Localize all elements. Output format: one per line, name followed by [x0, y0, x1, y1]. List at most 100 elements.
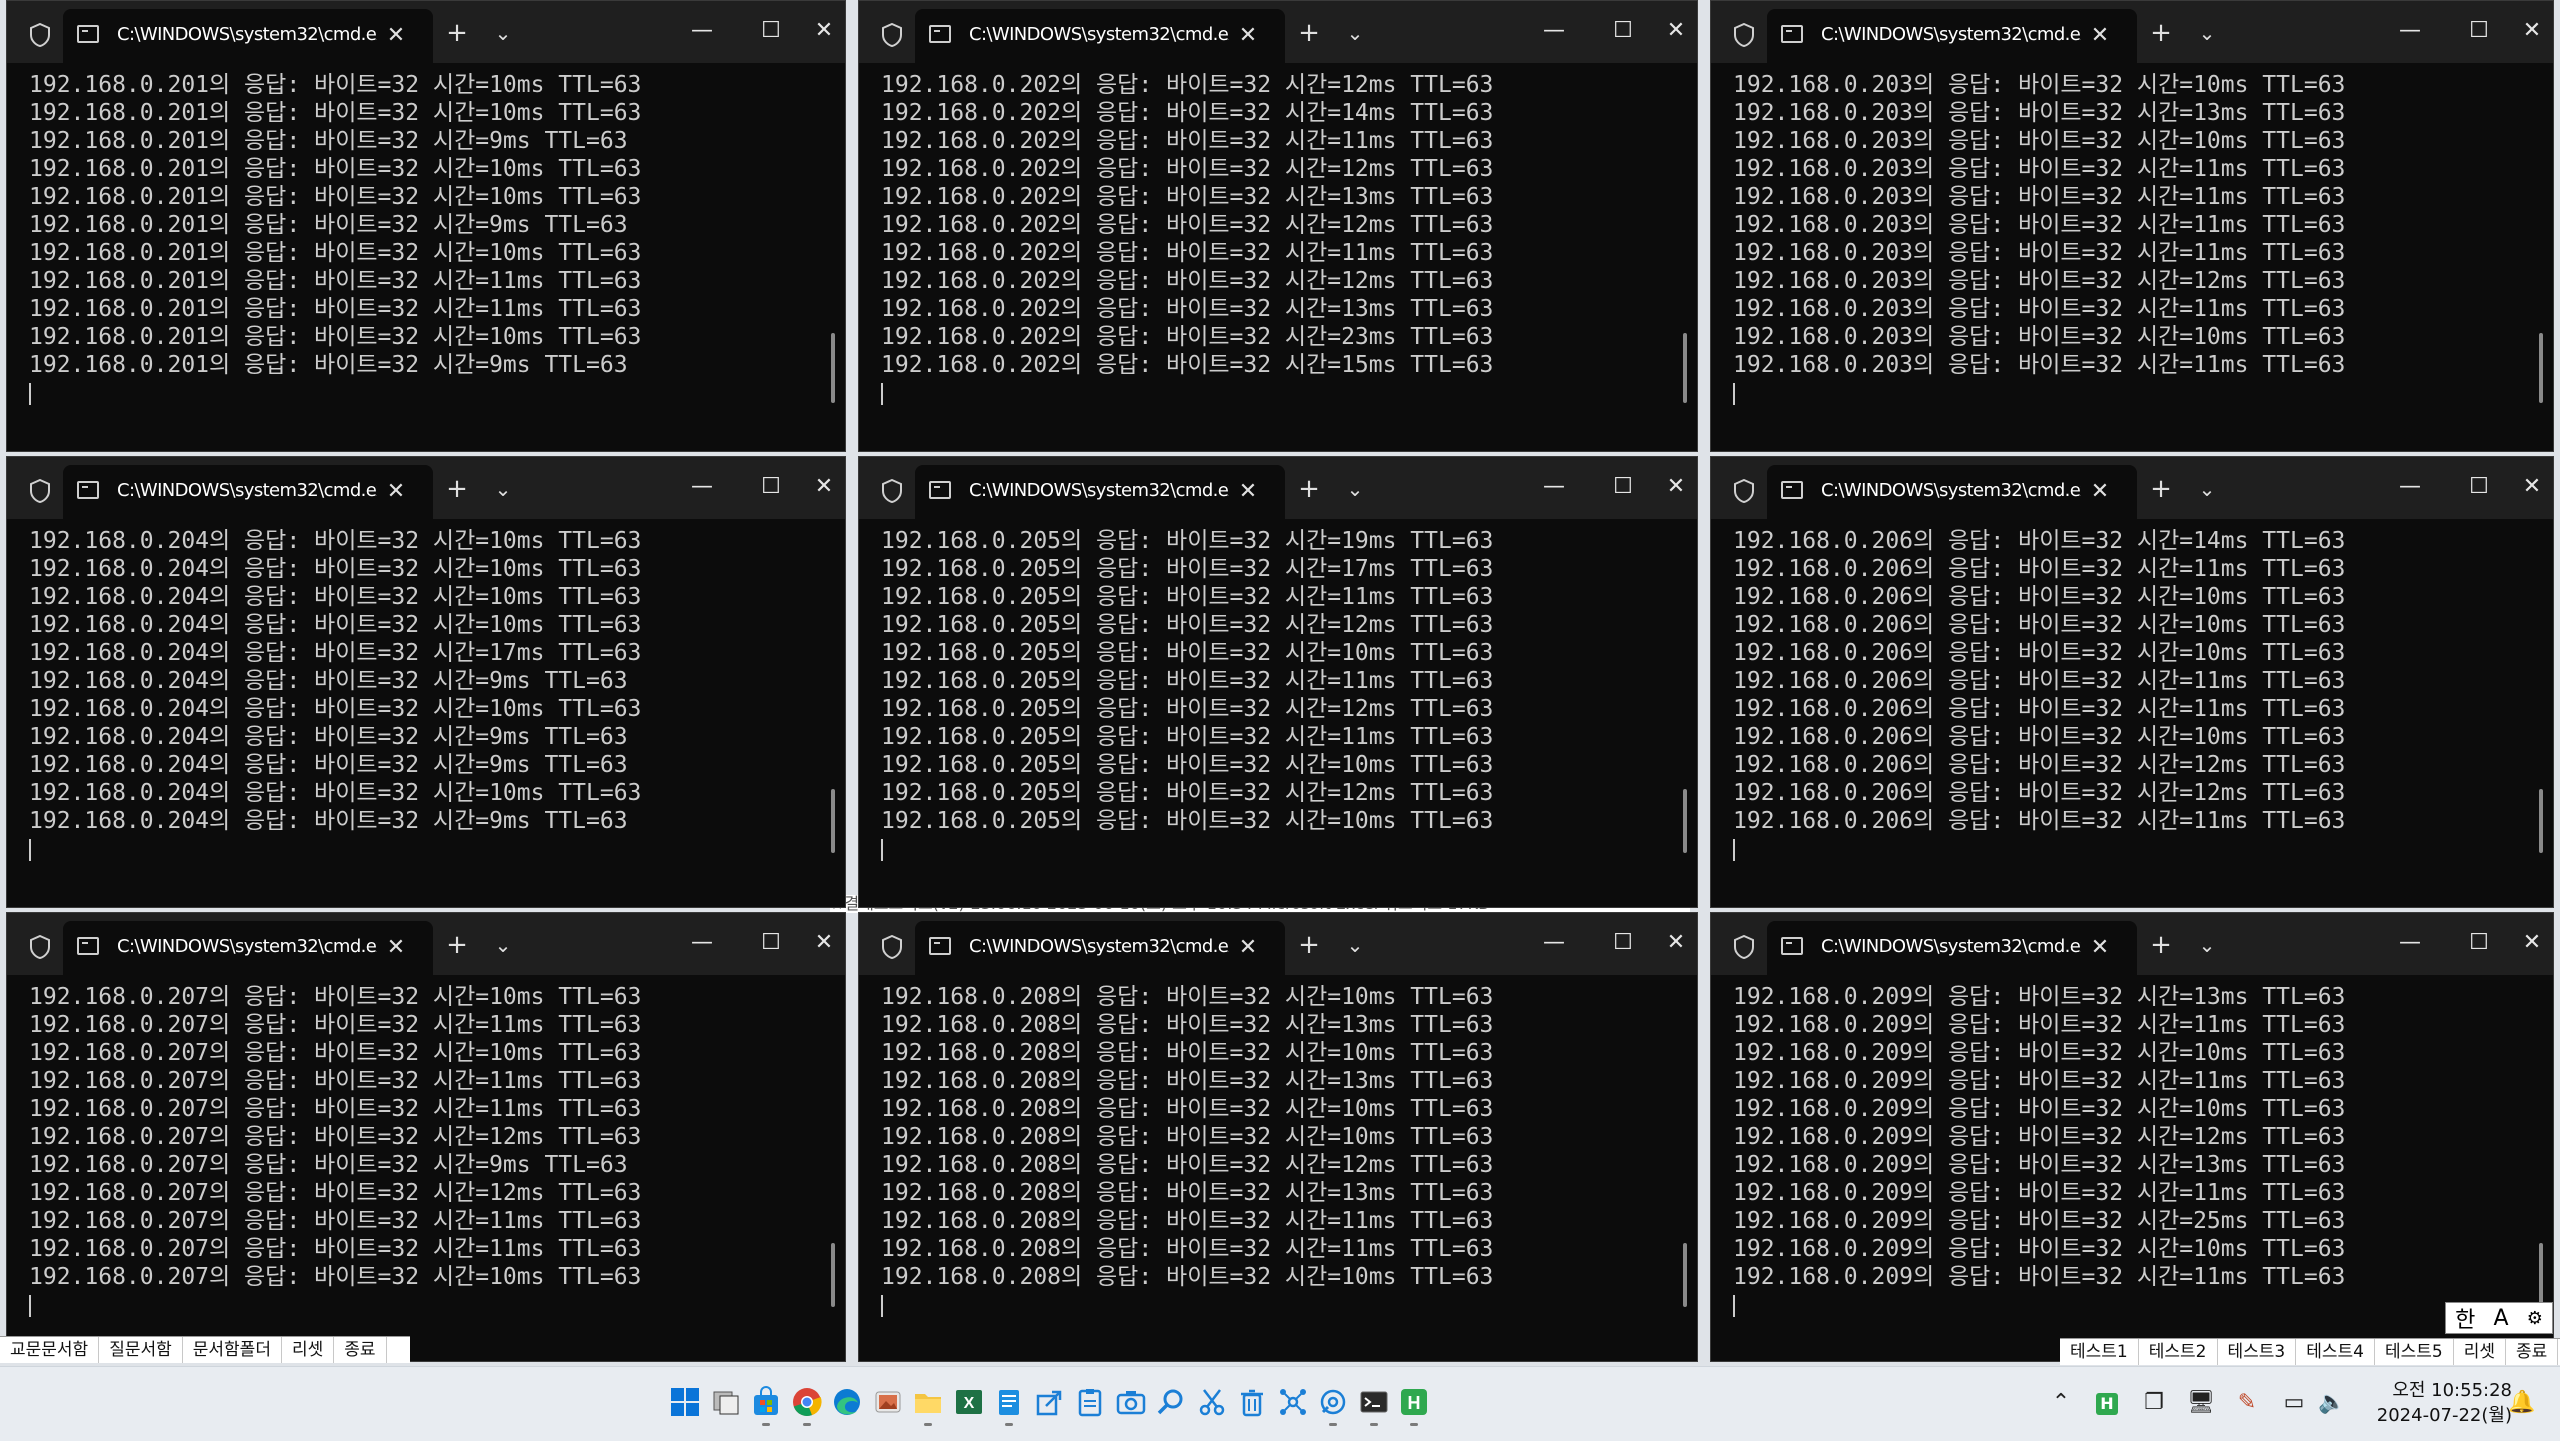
scrollbar-thumb[interactable]: [1683, 333, 1687, 403]
terminal-output[interactable]: 192.168.0.202의 응답: 바이트=32 시간=12ms TTL=63…: [859, 63, 1697, 451]
tab-dropdown-chevron-icon[interactable]: ⌄: [1335, 925, 1375, 965]
maximize-button[interactable]: ☐: [2456, 9, 2502, 53]
tray-window-icon[interactable]: ❐: [2140, 1389, 2168, 1417]
tray-volume-icon[interactable]: 🔈: [2318, 1389, 2346, 1417]
terminal-window[interactable]: C:\WINDOWS\system32\cmd.exe ✕ + ⌄ — ☐ ✕ …: [858, 0, 1698, 452]
tab-close-icon[interactable]: ✕: [2083, 475, 2117, 509]
close-window-button[interactable]: ✕: [2517, 9, 2547, 53]
maximize-button[interactable]: ☐: [748, 921, 794, 965]
terminal-output[interactable]: 192.168.0.201의 응답: 바이트=32 시간=10ms TTL=63…: [7, 63, 845, 451]
tab-close-icon[interactable]: ✕: [1231, 931, 1265, 965]
left-toolbar-button[interactable]: 문서함폴더: [183, 1337, 282, 1363]
notification-bell-icon[interactable]: 🔔: [2508, 1389, 2536, 1417]
close-window-button[interactable]: ✕: [1661, 921, 1691, 965]
minimize-button[interactable]: —: [1531, 9, 1577, 53]
terminal-titlebar[interactable]: C:\WINDOWS\system32\cmd.exe ✕ + ⌄ — ☐ ✕: [1711, 913, 2553, 975]
maximize-button[interactable]: ☐: [2456, 465, 2502, 509]
terminal-window[interactable]: C:\WINDOWS\system32\cmd.exe ✕ + ⌄ — ☐ ✕ …: [1710, 912, 2554, 1362]
left-toolbar-button[interactable]: 리셋: [282, 1337, 335, 1363]
taskbar-app-happ[interactable]: H: [1389, 1377, 1439, 1427]
clock[interactable]: 오전 10:55:28 2024-07-22(월): [2362, 1378, 2512, 1428]
new-tab-plus-icon[interactable]: +: [437, 925, 477, 965]
new-tab-plus-icon[interactable]: +: [437, 13, 477, 53]
tab-dropdown-chevron-icon[interactable]: ⌄: [483, 13, 523, 53]
terminal-tab[interactable]: C:\WINDOWS\system32\cmd.exe ✕: [915, 9, 1285, 63]
right-toolbar-button[interactable]: 리셋: [2454, 1339, 2507, 1365]
right-toolbar-button[interactable]: 종료: [2506, 1339, 2559, 1365]
tab-dropdown-chevron-icon[interactable]: ⌄: [2187, 925, 2227, 965]
left-toolbar-button[interactable]: 질문서함: [99, 1337, 183, 1363]
new-tab-plus-icon[interactable]: +: [2141, 469, 2181, 509]
ime-mode[interactable]: A: [2494, 1306, 2509, 1331]
right-toolbar-button[interactable]: 테스트5: [2375, 1339, 2454, 1365]
terminal-tab[interactable]: C:\WINDOWS\system32\cmd.exe ✕: [1767, 9, 2137, 63]
ime-settings-icon[interactable]: ⚙: [2527, 1308, 2543, 1329]
minimize-button[interactable]: —: [1531, 921, 1577, 965]
tab-dropdown-chevron-icon[interactable]: ⌄: [483, 925, 523, 965]
new-tab-plus-icon[interactable]: +: [1289, 13, 1329, 53]
terminal-window[interactable]: C:\WINDOWS\system32\cmd.exe ✕ + ⌄ — ☐ ✕ …: [6, 456, 846, 908]
scrollbar-thumb[interactable]: [831, 1243, 835, 1307]
maximize-button[interactable]: ☐: [1600, 9, 1646, 53]
new-tab-plus-icon[interactable]: +: [2141, 925, 2181, 965]
maximize-button[interactable]: ☐: [748, 465, 794, 509]
terminal-output[interactable]: 192.168.0.204의 응답: 바이트=32 시간=10ms TTL=63…: [7, 519, 845, 907]
close-window-button[interactable]: ✕: [2517, 465, 2547, 509]
tab-close-icon[interactable]: ✕: [379, 475, 413, 509]
terminal-titlebar[interactable]: C:\WINDOWS\system32\cmd.exe ✕ + ⌄ — ☐ ✕: [7, 913, 845, 975]
left-toolbar-button[interactable]: 종료: [334, 1337, 387, 1363]
minimize-button[interactable]: —: [679, 921, 725, 965]
tab-dropdown-chevron-icon[interactable]: ⌄: [483, 469, 523, 509]
scrollbar-thumb[interactable]: [2539, 333, 2543, 403]
tab-close-icon[interactable]: ✕: [2083, 931, 2117, 965]
scrollbar-thumb[interactable]: [2539, 1243, 2543, 1307]
terminal-output[interactable]: 192.168.0.205의 응답: 바이트=32 시간=19ms TTL=63…: [859, 519, 1697, 907]
new-tab-plus-icon[interactable]: +: [1289, 925, 1329, 965]
terminal-window[interactable]: C:\WINDOWS\system32\cmd.exe ✕ + ⌄ — ☐ ✕ …: [858, 456, 1698, 908]
maximize-button[interactable]: ☐: [1600, 921, 1646, 965]
tray-network-icon[interactable]: ▭: [2280, 1389, 2308, 1417]
close-window-button[interactable]: ✕: [809, 9, 839, 53]
scrollbar-thumb[interactable]: [1683, 1243, 1687, 1307]
scrollbar-thumb[interactable]: [831, 789, 835, 853]
tab-dropdown-chevron-icon[interactable]: ⌄: [1335, 469, 1375, 509]
left-toolbar-button[interactable]: 교문문서함: [0, 1337, 100, 1363]
terminal-window[interactable]: C:\WINDOWS\system32\cmd.exe ✕ + ⌄ — ☐ ✕ …: [1710, 456, 2554, 908]
terminal-tab[interactable]: C:\WINDOWS\system32\cmd.exe ✕: [915, 465, 1285, 519]
terminal-window[interactable]: C:\WINDOWS\system32\cmd.exe ✕ + ⌄ — ☐ ✕ …: [6, 0, 846, 452]
terminal-tab[interactable]: C:\WINDOWS\system32\cmd.exe ✕: [63, 465, 433, 519]
terminal-titlebar[interactable]: C:\WINDOWS\system32\cmd.exe ✕ + ⌄ — ☐ ✕: [1711, 457, 2553, 519]
maximize-button[interactable]: ☐: [1600, 465, 1646, 509]
tab-dropdown-chevron-icon[interactable]: ⌄: [2187, 13, 2227, 53]
ime-indicator[interactable]: 한 A ⚙: [2445, 1302, 2553, 1334]
scrollbar-thumb[interactable]: [2539, 789, 2543, 853]
terminal-window[interactable]: C:\WINDOWS\system32\cmd.exe ✕ + ⌄ — ☐ ✕ …: [6, 912, 846, 1362]
tray-pen-icon[interactable]: ✎: [2233, 1389, 2261, 1417]
minimize-button[interactable]: —: [2387, 921, 2433, 965]
close-window-button[interactable]: ✕: [809, 921, 839, 965]
minimize-button[interactable]: —: [2387, 9, 2433, 53]
terminal-titlebar[interactable]: C:\WINDOWS\system32\cmd.exe ✕ + ⌄ — ☐ ✕: [859, 1, 1697, 63]
right-toolbar-button[interactable]: 테스트4: [2296, 1339, 2375, 1365]
scrollbar-thumb[interactable]: [831, 333, 835, 403]
terminal-tab[interactable]: C:\WINDOWS\system32\cmd.exe ✕: [63, 9, 433, 63]
tab-close-icon[interactable]: ✕: [2083, 19, 2117, 53]
close-window-button[interactable]: ✕: [1661, 9, 1691, 53]
minimize-button[interactable]: —: [679, 9, 725, 53]
terminal-window[interactable]: C:\WINDOWS\system32\cmd.exe ✕ + ⌄ — ☐ ✕ …: [1710, 0, 2554, 452]
terminal-titlebar[interactable]: C:\WINDOWS\system32\cmd.exe ✕ + ⌄ — ☐ ✕: [859, 457, 1697, 519]
terminal-output[interactable]: 192.168.0.208의 응답: 바이트=32 시간=10ms TTL=63…: [859, 975, 1697, 1361]
terminal-titlebar[interactable]: C:\WINDOWS\system32\cmd.exe ✕ + ⌄ — ☐ ✕: [7, 1, 845, 63]
terminal-tab[interactable]: C:\WINDOWS\system32\cmd.exe ✕: [915, 921, 1285, 975]
tray-monitor-icon[interactable]: 🖥: [2187, 1389, 2215, 1417]
scrollbar-thumb[interactable]: [1683, 789, 1687, 853]
terminal-output[interactable]: 192.168.0.207의 응답: 바이트=32 시간=10ms TTL=63…: [7, 975, 845, 1361]
tab-dropdown-chevron-icon[interactable]: ⌄: [2187, 469, 2227, 509]
tray-h-app-icon[interactable]: H: [2093, 1389, 2121, 1417]
right-toolbar-button[interactable]: 테스트3: [2218, 1339, 2297, 1365]
ime-lang[interactable]: 한: [2455, 1302, 2475, 1334]
terminal-titlebar[interactable]: C:\WINDOWS\system32\cmd.exe ✕ + ⌄ — ☐ ✕: [859, 913, 1697, 975]
right-toolbar-button[interactable]: 테스트1: [2060, 1339, 2139, 1365]
new-tab-plus-icon[interactable]: +: [2141, 13, 2181, 53]
tab-close-icon[interactable]: ✕: [1231, 19, 1265, 53]
